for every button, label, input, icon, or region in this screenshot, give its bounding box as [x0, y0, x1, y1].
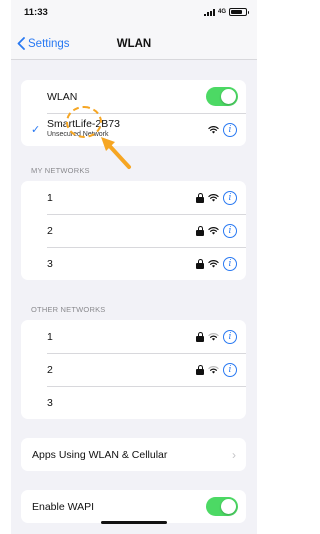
navigation-bar: Settings WLAN: [11, 30, 257, 60]
info-icon[interactable]: i: [223, 362, 237, 377]
apps-using-label: Apps Using WLAN & Cellular: [32, 448, 168, 461]
connected-network-row[interactable]: ✓ SmartLife-2B73 Unsecured Network i: [21, 113, 246, 146]
info-icon[interactable]: i: [223, 190, 237, 205]
wapi-toggle-row: Enable WAPI: [21, 490, 246, 523]
status-bar: 11:33 4G: [11, 0, 257, 30]
network-row[interactable]: 2 i: [21, 353, 246, 386]
wifi-icon: [208, 333, 219, 341]
network-name: 1: [47, 191, 53, 204]
lock-icon: [196, 258, 204, 269]
lock-icon: [196, 225, 204, 236]
pointer-arrow-icon: [101, 137, 131, 169]
network-icons: i: [196, 223, 237, 238]
network-icons: i: [196, 329, 237, 344]
info-icon[interactable]: i: [223, 329, 237, 344]
network-icons: i: [196, 256, 237, 271]
network-row[interactable]: 1 i: [21, 320, 246, 353]
wapi-group: Enable WAPI: [21, 490, 246, 523]
home-indicator: [101, 521, 167, 524]
wlan-toggle[interactable]: [206, 87, 238, 106]
other-networks-header: OTHER NETWORKS: [31, 305, 106, 314]
network-row[interactable]: 3 i: [21, 247, 246, 280]
apps-using-row[interactable]: Apps Using WLAN & Cellular ›: [21, 438, 246, 471]
wlan-group: WLAN ✓ SmartLife-2B73 Unsecured Network …: [21, 80, 246, 146]
wapi-toggle[interactable]: [206, 497, 238, 516]
wlan-label: WLAN: [47, 90, 78, 103]
network-name: 2: [47, 224, 53, 237]
checkmark-icon: ✓: [31, 124, 41, 136]
lock-icon: [196, 331, 204, 342]
other-networks-group: 1 i 2 i 3: [21, 320, 246, 419]
network-row[interactable]: 2 i: [21, 214, 246, 247]
my-networks-header: MY NETWORKS: [31, 166, 90, 175]
wifi-icon: [208, 227, 219, 235]
wifi-icon: [208, 194, 219, 202]
connected-network-icons: i: [208, 122, 237, 137]
network-name: 3: [47, 257, 53, 270]
wifi-icon: [208, 126, 219, 134]
wlan-toggle-row: WLAN: [21, 80, 246, 113]
info-icon[interactable]: i: [223, 122, 237, 137]
network-type-label: 4G: [217, 9, 226, 15]
network-row[interactable]: 1 i: [21, 181, 246, 214]
network-icons: i: [196, 362, 237, 377]
lock-icon: [196, 192, 204, 203]
page-title: WLAN: [116, 38, 152, 50]
network-row[interactable]: 3: [21, 386, 246, 419]
wifi-icon: [208, 260, 219, 268]
my-networks-group: 1 i 2 i 3 i: [21, 181, 246, 280]
battery-icon: [229, 8, 249, 16]
wapi-label: Enable WAPI: [32, 500, 95, 513]
status-time: 11:33: [24, 7, 48, 18]
settings-screen: 11:33 4G Settings WLAN WLAN ✓ SmartLife-…: [11, 0, 257, 534]
wifi-icon: [208, 366, 219, 374]
info-icon[interactable]: i: [223, 223, 237, 238]
info-icon[interactable]: i: [223, 256, 237, 271]
network-name: 2: [47, 363, 53, 376]
lock-icon: [196, 364, 204, 375]
network-name: 3: [47, 396, 53, 409]
chevron-right-icon: ›: [232, 447, 236, 462]
cellular-signal-icon: [203, 8, 215, 16]
network-icons: i: [196, 190, 237, 205]
status-indicators: 4G: [203, 8, 249, 16]
network-name: 1: [47, 330, 53, 343]
apps-using-group: Apps Using WLAN & Cellular ›: [21, 438, 246, 471]
